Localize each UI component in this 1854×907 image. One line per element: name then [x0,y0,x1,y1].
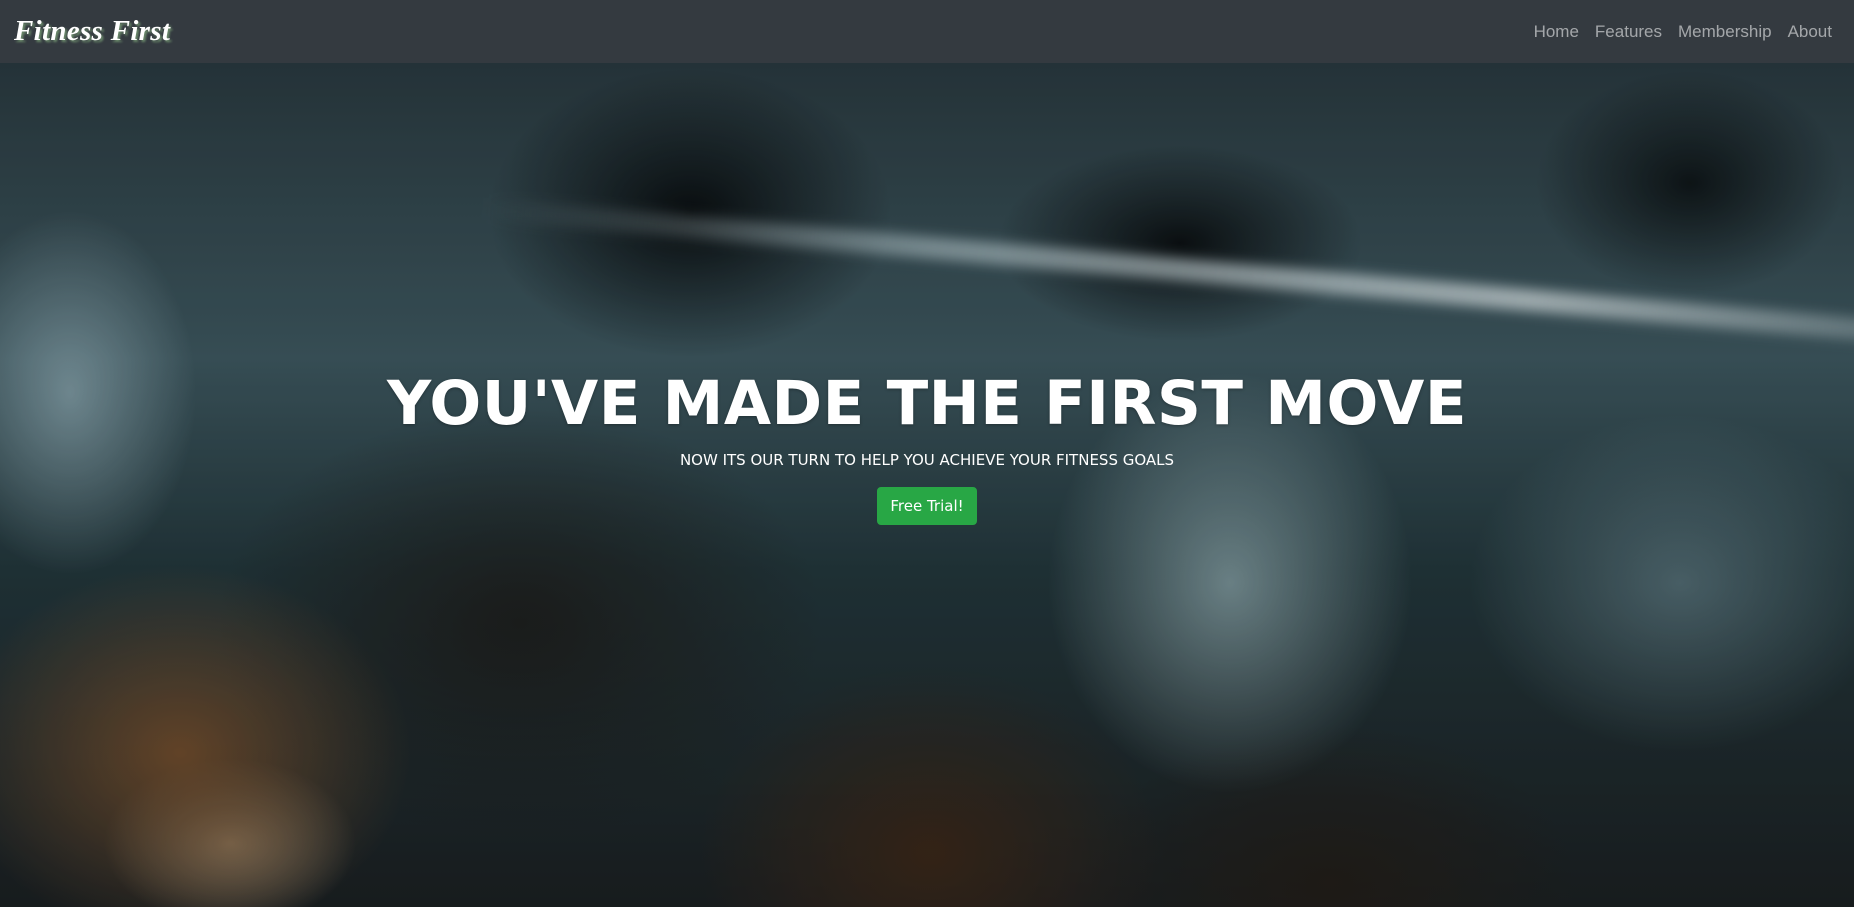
nav-link-membership[interactable]: Membership [1670,22,1780,42]
nav-link-about[interactable]: About [1780,22,1832,42]
nav-link-features[interactable]: Features [1587,22,1670,42]
hero-subtitle: NOW ITS OUR TURN TO HELP YOU ACHIEVE YOU… [679,451,1175,470]
hero-section: YOU'VE MADE THE FIRST MOVE NOW ITS OUR T… [0,63,1854,907]
nav-links: Home Features Membership About [1526,22,1832,42]
brand-logo[interactable]: Fitness First [14,15,170,48]
hero-title: YOU'VE MADE THE FIRST MOVE [386,368,1468,439]
hero-content: YOU'VE MADE THE FIRST MOVE NOW ITS OUR T… [0,368,1854,526]
free-trial-button[interactable]: Free Trial! [877,487,977,526]
navbar: Fitness First Home Features Membership A… [0,0,1854,63]
nav-link-home[interactable]: Home [1526,22,1587,42]
